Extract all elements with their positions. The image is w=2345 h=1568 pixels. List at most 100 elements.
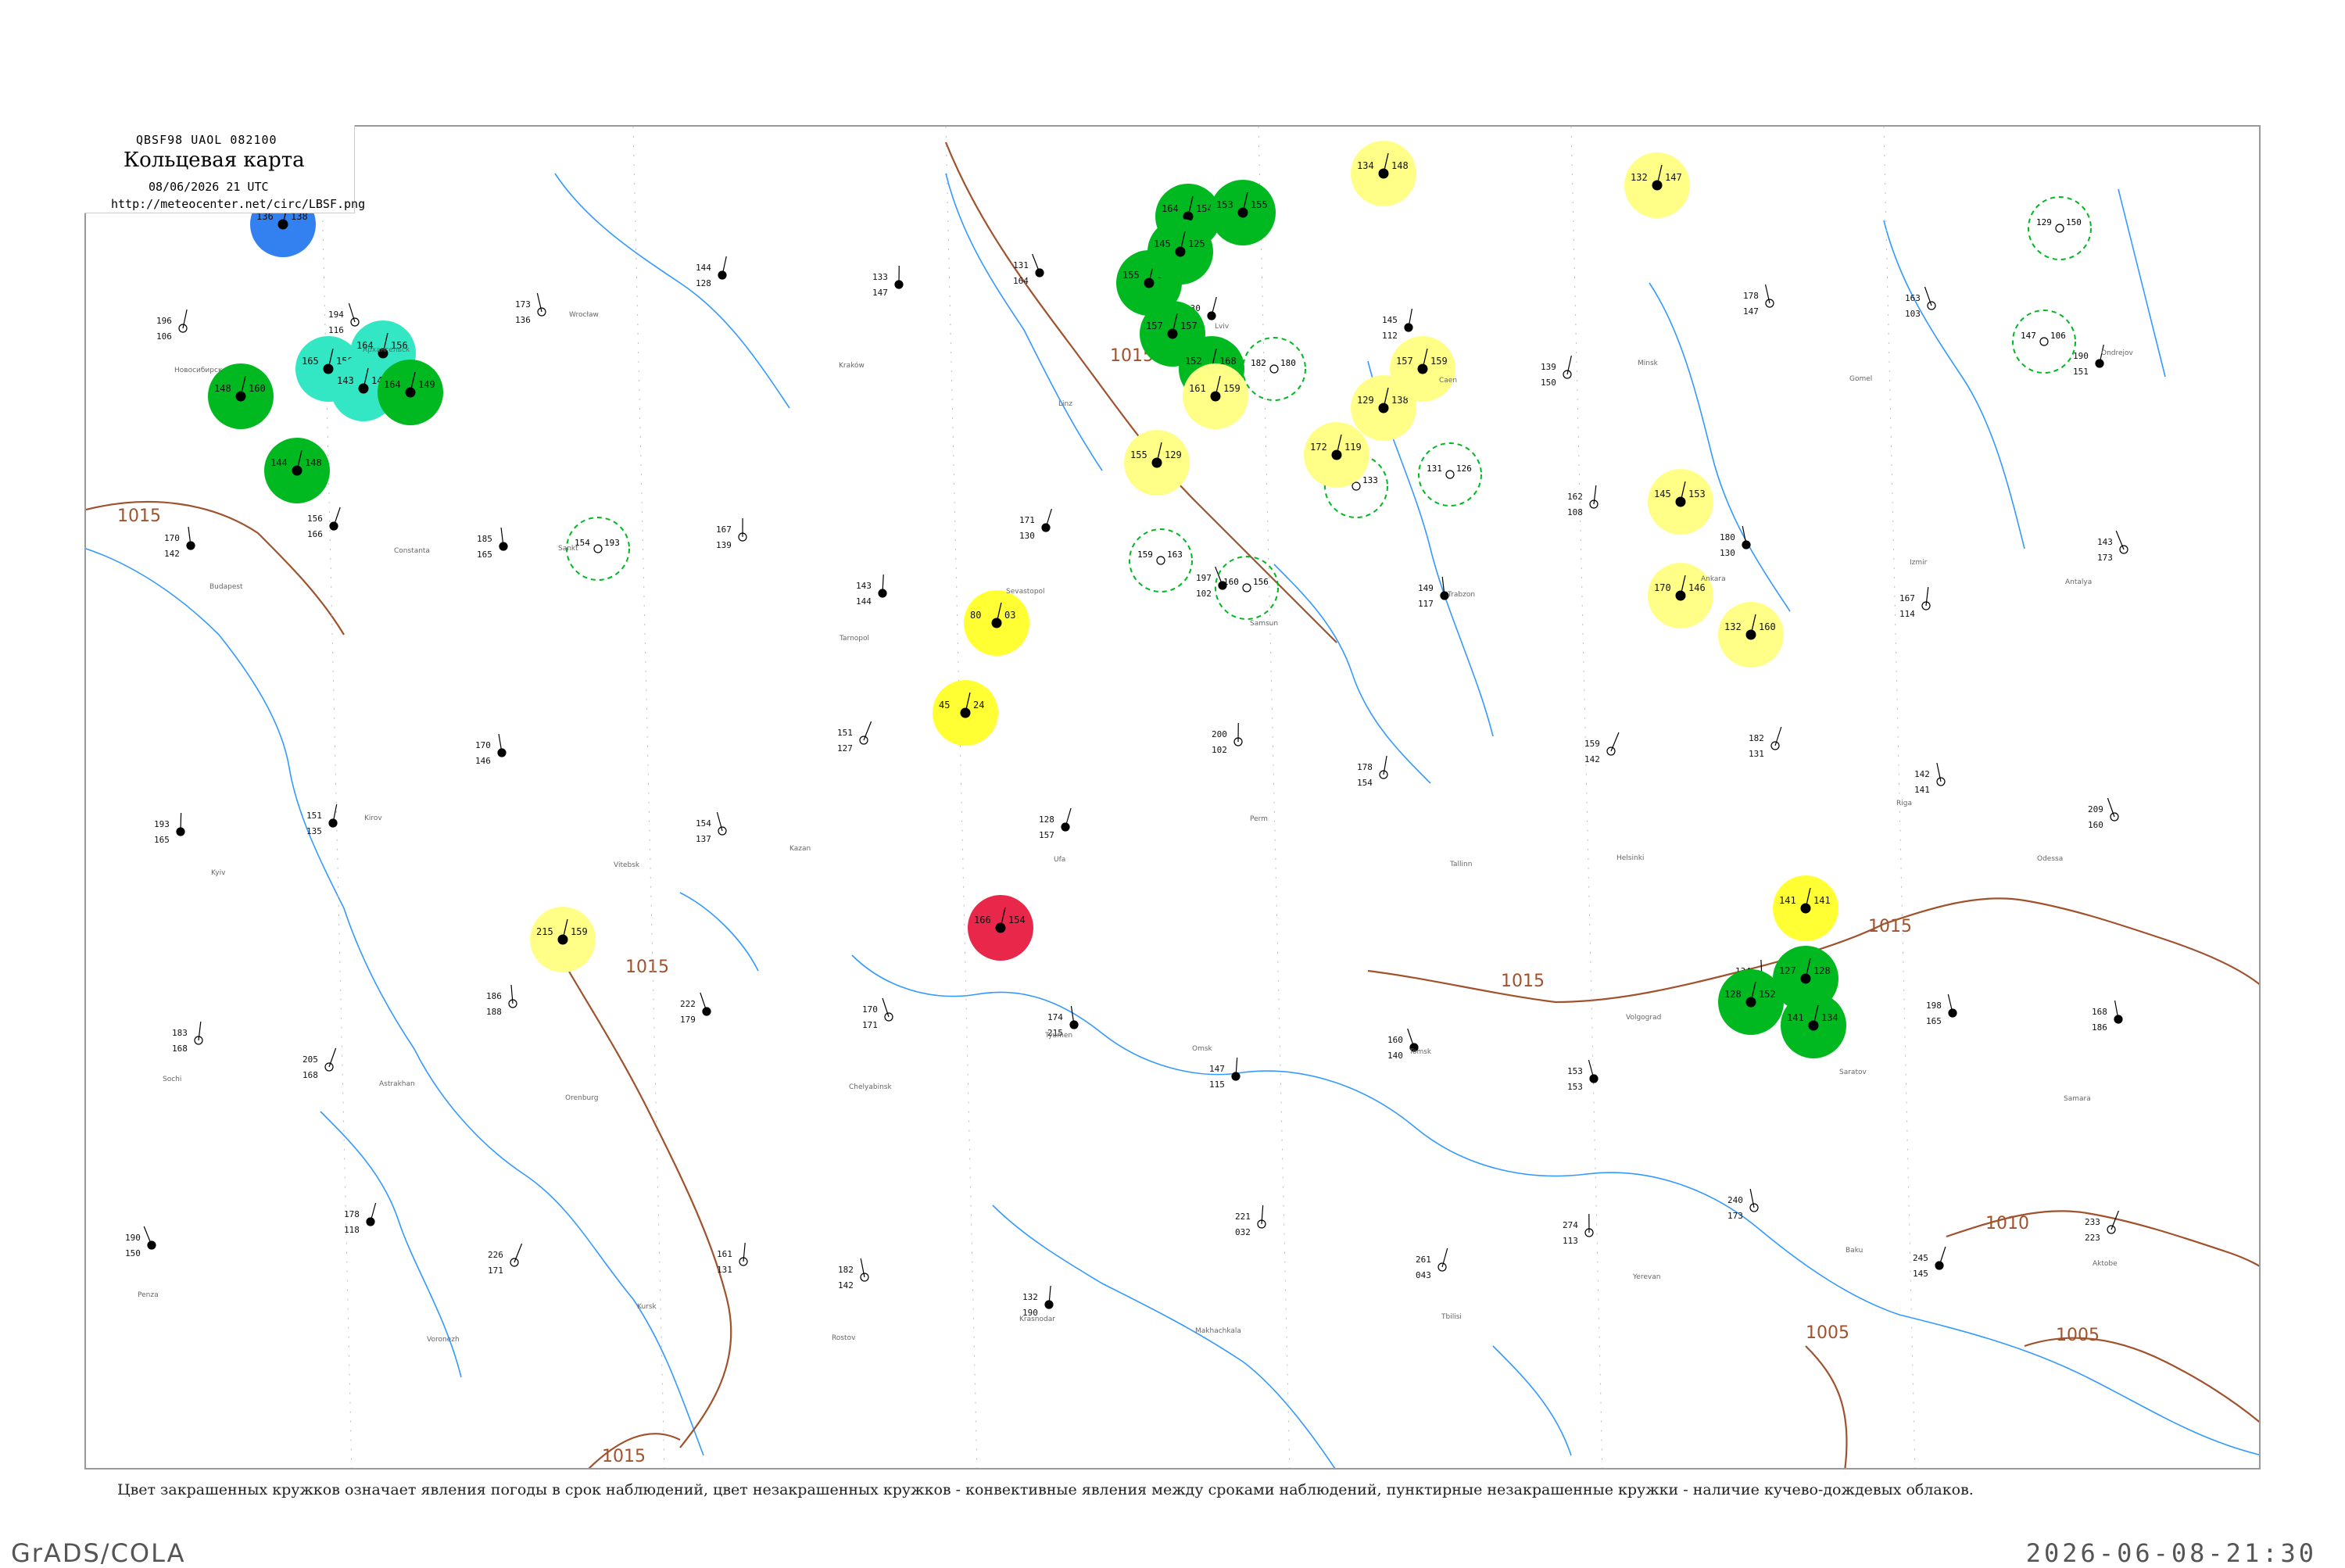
place-label: Odessa	[2037, 855, 2063, 863]
place-label: Krasnodar	[1019, 1316, 1055, 1323]
station-plot: 197102	[1196, 567, 1226, 599]
dewpoint-value: 179	[680, 1015, 696, 1025]
place-label: Saratov	[1839, 1069, 1867, 1076]
dewpoint-value: 126	[1456, 464, 1472, 474]
dewpoint-value: 160	[249, 383, 266, 394]
temperature-value: 274	[1563, 1220, 1578, 1230]
station-plot: 170142	[164, 527, 195, 559]
temperature-value: 80	[970, 610, 981, 621]
dewpoint-value: 153	[1567, 1082, 1583, 1092]
isobar-line-3	[555, 947, 731, 1448]
temperature-value: 182	[1749, 733, 1764, 743]
temperature-value: 209	[2088, 804, 2103, 814]
dewpoint-value: 160	[2088, 820, 2103, 830]
dewpoint-value: 24	[973, 700, 984, 711]
meridian-3	[946, 127, 977, 1470]
dewpoint-value: 130	[1019, 531, 1035, 541]
wind-barb	[2107, 798, 2114, 817]
station-dot	[594, 545, 602, 553]
isobar-line-7	[1806, 1346, 1847, 1470]
station-plot: 139150	[1541, 356, 1571, 388]
temperature-value: 127	[1779, 965, 1796, 976]
station-plot: 193165	[154, 813, 184, 845]
temperature-value: 167	[1899, 593, 1915, 603]
temperature-value: 174	[1047, 1012, 1063, 1022]
temperature-value: 129	[2036, 217, 2052, 227]
station-plot: 182131	[1749, 727, 1781, 759]
station-plot: 132190	[1022, 1286, 1053, 1318]
graticule-layer	[320, 127, 1915, 1470]
station-plot: 182142	[838, 1258, 868, 1291]
dewpoint-value: 125	[1188, 238, 1205, 249]
place-label: Tallinn	[1449, 861, 1472, 868]
coastline-4	[1243, 1071, 1759, 1229]
station-plot: 194116	[328, 303, 359, 335]
dewpoint-value: 168	[303, 1070, 318, 1080]
dewpoint-value: 139	[716, 540, 732, 550]
temperature-value: 215	[536, 926, 553, 937]
dewpoint-value: 193	[604, 538, 620, 548]
dewpoint-value: 102	[1212, 745, 1227, 755]
temperature-value: 151	[306, 811, 322, 821]
place-label: Kraków	[839, 361, 865, 370]
coastline-12	[1884, 220, 2025, 549]
station-plot: 200102	[1212, 723, 1242, 755]
temperature-value: 149	[1418, 583, 1434, 593]
dewpoint-value: 153	[1688, 489, 1706, 499]
place-label: Rostov	[832, 1334, 856, 1342]
place-label: Minsk	[1638, 360, 1659, 367]
place-label: Gomel	[1849, 375, 1872, 383]
dewpoint-value: 128	[1813, 965, 1831, 976]
weather-station-s06: 164149	[378, 360, 443, 425]
station-plot: 159142	[1584, 732, 1619, 764]
place-label: Penza	[138, 1291, 159, 1299]
temperature-value: 131	[1013, 260, 1029, 270]
dewpoint-value: 133	[1362, 475, 1378, 485]
place-label: Tbilisi	[1441, 1313, 1462, 1321]
station-plot: 274 113	[1563, 1214, 1593, 1246]
dewpoint-value: 146	[1688, 582, 1706, 593]
isobar-label-7: 1005	[1806, 1323, 1849, 1343]
weather-station-s14: 155129	[1124, 430, 1190, 496]
isobar-label-1: 1015	[117, 507, 161, 526]
station-dot	[1270, 365, 1278, 373]
place-label: Constanta	[394, 547, 430, 555]
place-label: Kirov	[364, 814, 382, 822]
isobar-line-8	[2025, 1338, 2261, 1424]
station-plot: 142141	[1914, 763, 1945, 795]
temperature-value: 159	[1584, 739, 1600, 749]
place-label: Tyumen	[1044, 1032, 1072, 1040]
place-label: Baku	[1846, 1247, 1863, 1255]
place-label: Новосибирск	[174, 367, 223, 374]
dewpoint-value: 113	[1563, 1236, 1578, 1246]
dewpoint-value: 150	[125, 1248, 141, 1258]
station-plot: 149117	[1418, 577, 1448, 609]
dewpoint-value: 159	[1223, 383, 1241, 394]
dewpoint-value: 152	[1759, 989, 1776, 1000]
place-label: Linz	[1058, 400, 1072, 408]
dewpoint-value: 165	[154, 835, 170, 845]
dewpoint-value: 148	[1391, 160, 1409, 171]
temperature-value: 170	[862, 1004, 878, 1015]
weather-station-s24: 8003	[964, 590, 1029, 656]
dewpoint-value: 116	[328, 325, 344, 335]
temperature-value: 145	[1154, 238, 1171, 249]
temperature-value: 153	[1216, 199, 1233, 210]
place-label: Astrakhan	[379, 1080, 415, 1088]
map-datetime: 08/06/2026 21 UTC	[149, 180, 269, 194]
isobar-label-4: 1015	[1501, 972, 1545, 991]
source-url[interactable]: http://meteocenter.net/circ/LBSF.png	[111, 197, 365, 211]
software-credit: GrADS/COLA	[11, 1538, 186, 1568]
station-plot: 183168	[172, 1022, 202, 1054]
dewpoint-value: 145	[1913, 1269, 1928, 1279]
temperature-value: 170	[1654, 582, 1671, 593]
temperature-value: 141	[1779, 895, 1796, 906]
temperature-value: 143	[856, 581, 872, 591]
temperature-value: 129	[1357, 395, 1374, 406]
weather-station-s27: 141141	[1773, 875, 1838, 941]
temperature-value: 166	[974, 915, 991, 925]
station-plot: 151127	[837, 721, 872, 754]
temperature-value: 154	[696, 818, 711, 829]
station-plot: 226171	[488, 1244, 522, 1276]
station-dot	[2040, 338, 2048, 345]
